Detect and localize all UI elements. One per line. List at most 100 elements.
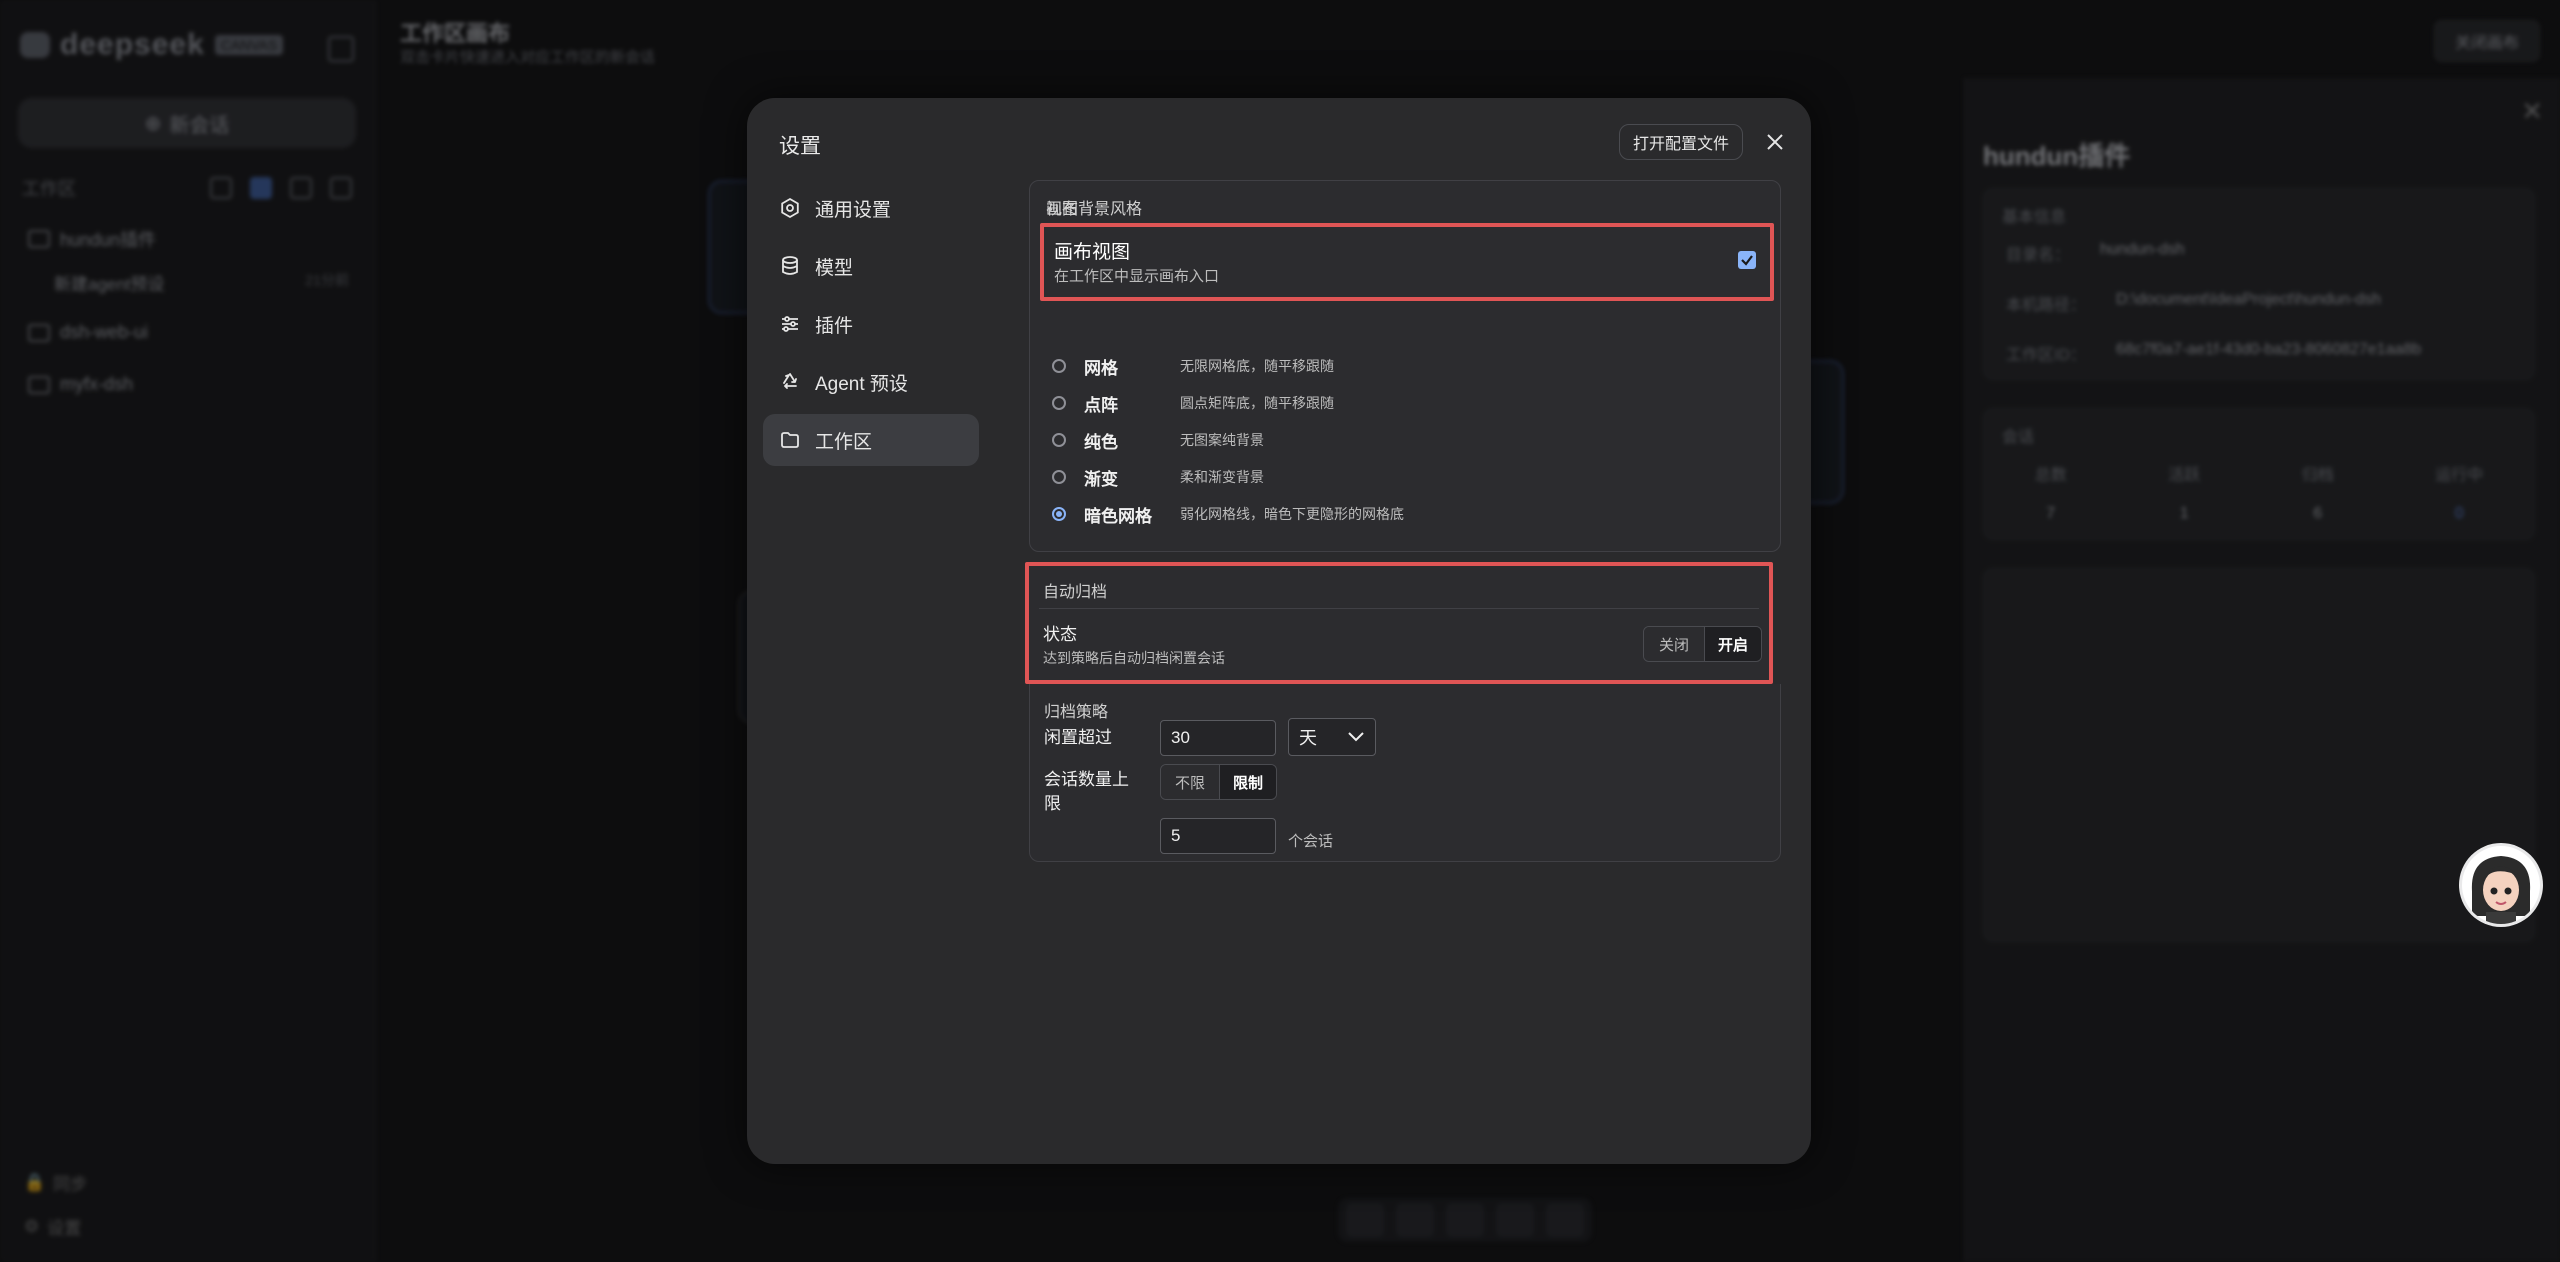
workspace-item[interactable]: myfx-dsh [28,374,133,395]
whale-logo-icon [20,32,50,58]
chevron-down-icon [1348,732,1364,742]
option-desc: 圆点矩阵底，随平移跟随 [1180,395,1334,411]
exit-canvas-button[interactable]: 关闭画布 [2434,20,2540,62]
info-row: 工作区ID： 68c7f0a7-ae1f-43d0-ba23-8060827e1a… [2006,341,2512,365]
center-icon[interactable] [1396,1203,1434,1237]
bg-style-option-dots[interactable]: 点阵 圆点矩阵底，随平移跟随 [1052,388,1752,418]
nav-item-models[interactable]: 模型 [763,240,979,292]
archive-card-blurred [1983,568,2535,942]
nav-item-agent-presets[interactable]: Agent 预设 [763,356,979,408]
workspace-name: myfx-dsh [60,374,134,394]
canvas-view-setting: 画布视图 在工作区中显示画布入口 [1040,223,1774,301]
archive-on-button[interactable]: 开启 [1705,627,1761,661]
bg-style-option-solid[interactable]: 纯色 无图案纯背景 [1052,425,1752,455]
card-heading: 基本信息 [2002,209,2067,226]
new-chat-button[interactable]: ⊕ 新会话 [18,98,356,148]
folder-icon [28,323,50,342]
archive-state-title: 状态 [1043,625,1077,644]
info-value: 68c7f0a7-ae1f-43d0-ba23-8060827e1aa8b [2116,341,2422,358]
session-time: 21分前 [305,272,349,288]
app-sidebar: deepseek CANVAS ⊕ 新会话 工作区 hundun插件 新建age… [0,0,376,1262]
option-desc: 无限网格底，随平移跟随 [1180,358,1334,374]
close-icon[interactable]: ✕ [2521,96,2543,127]
tree-icon[interactable] [290,177,312,199]
folder-icon [781,432,799,448]
radio-button[interactable] [1052,359,1066,373]
archive-state-desc: 达到策略后自动归档闲置会话 [1043,650,1225,666]
settings-nav: 通用设置 模型 插件 Agent 预设 工作区 [763,182,979,472]
idle-unit-value: 天 [1299,728,1317,748]
sync-item[interactable]: 🔒 同步 [24,1170,87,1195]
workspace-item[interactable]: dsh-web-ui [28,322,148,343]
option-name: 网格 [1084,358,1118,378]
radio-button[interactable] [1052,396,1066,410]
sliders-icon [782,316,798,332]
canvas-title: 工作区画布 [400,21,511,46]
logo-text: deepseek [60,28,205,61]
archive-off-button[interactable]: 关闭 [1644,627,1705,661]
search-icon[interactable] [210,177,232,199]
canvas-subtitle: 双击卡片快速进入对应工作区的新会话 [400,49,656,66]
radio-button-selected[interactable] [1052,507,1066,521]
folder-icon [28,375,50,394]
bg-style-option-gradient[interactable]: 渐变 柔和渐变背景 [1052,462,1752,492]
nav-label: 插件 [815,315,854,337]
stat: 总数 7 [2035,461,2067,523]
canvas-icon[interactable] [250,177,272,199]
recycle-icon [783,373,797,389]
archive-policy-section: 归档策略 闲置超过 天 会话数量上限 不限 限制 个会话 [1029,684,1781,862]
nav-item-plugins[interactable]: 插件 [763,298,979,350]
settings-modal: 设置 打开配置文件 通用设置 模型 插件 Agent 预设 工作区 视图 画布视… [747,98,1811,1164]
open-config-button[interactable]: 打开配置文件 [1619,124,1743,160]
avatar-face-icon [2471,856,2531,924]
folder-icon [28,230,50,248]
limit-button[interactable]: 限制 [1220,765,1276,799]
settings-content: 视图 画布视图 在工作区中显示画布入口 画布背景风格 网格 无限网格底，随平移跟… [1025,180,1781,862]
divider [1039,608,1759,609]
canvas-view-checkbox[interactable] [1738,251,1756,269]
zoom-out-icon[interactable] [1346,1203,1384,1237]
session-limit-unit: 个会话 [1288,833,1334,850]
workspace-item[interactable]: hundun插件 [28,226,156,252]
session-limit-input[interactable] [1160,818,1276,854]
idle-unit-select[interactable]: 天 [1288,718,1376,756]
stat: 活跃 1 [2168,461,2200,523]
sidebar-toggle-icon[interactable] [328,36,354,62]
add-folder-icon[interactable] [330,177,352,199]
nav-label: Agent 预设 [815,373,908,395]
option-name: 渐变 [1084,469,1118,489]
bg-style-option-dark-grid[interactable]: 暗色网格 弱化网格线，暗色下更隐形的网格底 [1052,499,1752,529]
bg-style-label: 画布背景风格 [1046,201,1143,218]
bg-style-option-grid[interactable]: 网格 无限网格底，随平移跟随 [1052,351,1752,381]
archive-toggle: 关闭 开启 [1643,626,1762,662]
info-value: D:\document\IdeaProject\hundun-dsh [2116,291,2382,308]
fit-icon[interactable] [1496,1203,1534,1237]
view-section: 视图 画布视图 在工作区中显示画布入口 画布背景风格 网格 无限网格底，随平移跟… [1029,180,1781,552]
session-item[interactable]: 新建agent预设 21分前 [54,270,349,295]
radio-button[interactable] [1052,470,1066,484]
zoom-in-icon[interactable] [1446,1203,1484,1237]
session-name: 新建agent预设 [54,275,165,294]
logo-badge: CANVAS [214,35,284,55]
nav-label: 通用设置 [815,199,892,221]
nav-label: 工作区 [815,431,873,453]
auto-archive-section: 自动归档 状态 达到策略后自动归档闲置会话 关闭 开启 [1025,562,1773,684]
panel-title: hundun插件 [1983,141,2131,171]
close-icon [1767,134,1783,150]
lock-icon: 🔒 [24,1172,46,1192]
layout-icon[interactable] [1546,1203,1584,1237]
option-desc: 无图案纯背景 [1180,432,1264,448]
sync-label: 同步 [53,1175,88,1194]
radio-button[interactable] [1052,433,1066,447]
settings-item[interactable]: ⚙ 设置 [24,1214,81,1239]
plus-circle-icon: ⊕ [144,112,162,135]
canvas-view-desc: 在工作区中显示画布入口 [1054,268,1220,285]
nav-item-general[interactable]: 通用设置 [763,182,979,234]
unlimited-button[interactable]: 不限 [1161,765,1220,799]
idle-days-input[interactable] [1160,720,1276,756]
stat-label: 运行中 [2435,467,2484,484]
assistant-avatar[interactable] [2462,846,2540,924]
close-modal-button[interactable] [1757,124,1793,160]
option-desc: 柔和渐变背景 [1180,469,1264,485]
nav-item-workspace[interactable]: 工作区 [763,414,979,466]
